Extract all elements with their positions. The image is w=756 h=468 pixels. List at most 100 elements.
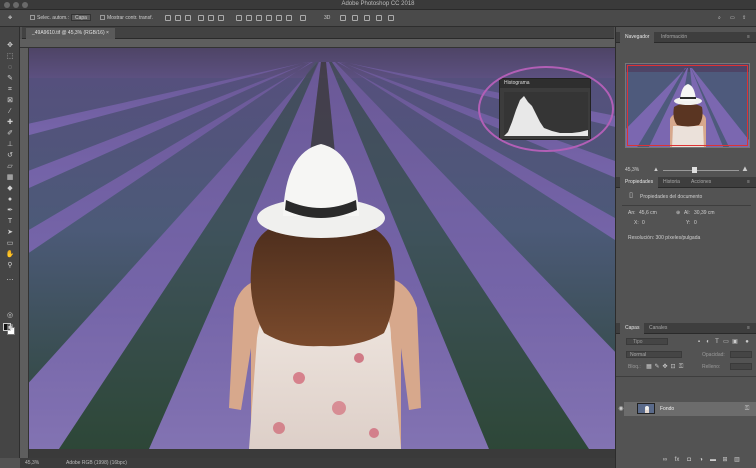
align-top-icon[interactable] — [165, 15, 171, 21]
filter-type-icon[interactable]: T — [714, 339, 720, 345]
history-brush-tool-icon[interactable]: ↺ — [4, 151, 16, 160]
lock-all-icon[interactable]: ⚿ — [678, 364, 684, 370]
filter-pixel-icon[interactable]: ▪ — [696, 339, 702, 345]
auto-select-checkbox[interactable] — [30, 15, 35, 20]
navigator-zoom-value[interactable]: 45,3% — [625, 167, 639, 173]
tab-navigator[interactable]: Navegador — [620, 32, 655, 43]
tab-actions[interactable]: Acciones — [686, 177, 716, 188]
visibility-eye-icon[interactable]: ◉ — [618, 406, 624, 412]
gradient-tool-icon[interactable]: ▦ — [4, 173, 16, 182]
x-value[interactable]: 0 — [642, 220, 645, 226]
filter-shape-icon[interactable]: ▭ — [723, 339, 729, 345]
move-tool-icon[interactable]: ✥ — [4, 41, 16, 50]
navigator-zoom-slider[interactable] — [663, 170, 739, 171]
more-tools-icon[interactable]: ⋯ — [4, 276, 16, 285]
zoom-out-icon[interactable]: ▲ — [653, 167, 659, 173]
lock-pixels-icon[interactable]: ▦ — [646, 364, 652, 370]
zoom-tool-icon[interactable]: ⚲ — [4, 261, 16, 270]
path-selection-tool-icon[interactable]: ➤ — [4, 228, 16, 237]
pen-tool-icon[interactable]: ✒ — [4, 206, 16, 215]
distribute-right-icon[interactable] — [286, 15, 292, 21]
filter-smart-object-icon[interactable]: ▣ — [732, 339, 738, 345]
clone-stamp-tool-icon[interactable]: ⊥ — [4, 140, 16, 149]
workspace-icon[interactable]: ▭ — [730, 14, 735, 23]
distribute-middle-icon[interactable] — [246, 15, 252, 21]
filter-toggle-icon[interactable]: ● — [744, 339, 750, 345]
brush-tool-icon[interactable]: ✐ — [4, 129, 16, 138]
panel-menu-icon[interactable]: ≡ — [742, 177, 755, 188]
layer-row[interactable]: ◉ Fondo ⚿ — [618, 402, 756, 416]
share-icon[interactable]: ⇪ — [742, 14, 746, 23]
crop-tool-icon[interactable]: ⌗ — [4, 85, 16, 94]
lock-paint-icon[interactable]: ✎ — [654, 364, 660, 370]
blur-tool-icon[interactable]: ◆ — [4, 184, 16, 193]
zoom-slider-handle[interactable] — [692, 167, 697, 173]
adjustment-layer-icon[interactable]: ◑ — [698, 457, 704, 463]
3d-roll-icon[interactable] — [352, 15, 358, 21]
3d-drag-icon[interactable] — [364, 15, 370, 21]
auto-select-option[interactable]: Selec. autom.: Capa — [30, 14, 91, 23]
tab-properties[interactable]: Propiedades — [620, 177, 659, 188]
close-icon[interactable]: × — [106, 30, 109, 36]
rectangle-tool-icon[interactable]: ▭ — [4, 239, 16, 248]
align-center-icon[interactable] — [208, 15, 214, 21]
tab-channels[interactable]: Canales — [644, 323, 672, 334]
vertical-ruler[interactable] — [20, 48, 29, 458]
quick-select-tool-icon[interactable]: ✎ — [4, 74, 16, 83]
trash-icon[interactable]: ▥ — [734, 457, 740, 463]
zoom-in-icon[interactable]: ▲ — [741, 165, 749, 173]
navigator-view-box[interactable] — [627, 65, 748, 146]
horizontal-ruler[interactable] — [20, 39, 615, 48]
screen-mode-icon[interactable]: ▣ — [4, 323, 16, 332]
fill-field[interactable] — [730, 363, 752, 370]
hand-tool-icon[interactable]: ✋ — [4, 250, 16, 259]
layer-style-icon[interactable]: fx — [674, 457, 680, 463]
distribute-center-icon[interactable] — [276, 15, 282, 21]
3d-rotate-icon[interactable] — [340, 15, 346, 21]
width-value[interactable]: 45,6 cm — [639, 210, 657, 216]
blend-mode-dropdown[interactable]: Normal — [626, 351, 682, 358]
tab-info[interactable]: Información — [656, 32, 692, 43]
eraser-tool-icon[interactable]: ▱ — [4, 162, 16, 171]
dodge-tool-icon[interactable]: ● — [4, 195, 16, 204]
search-icon[interactable]: ⌕ — [718, 14, 721, 23]
lock-position-icon[interactable]: ✥ — [662, 364, 668, 370]
link-icon[interactable]: ⊕ — [676, 210, 680, 216]
tab-history[interactable]: Historia — [658, 177, 685, 188]
layer-name[interactable]: Fondo — [660, 406, 674, 412]
panel-menu-icon[interactable]: ≡ — [742, 32, 755, 43]
status-zoom[interactable]: 45,3% — [25, 458, 39, 468]
layer-lock-icon[interactable]: ⚿ — [744, 406, 750, 412]
align-middle-icon[interactable] — [175, 15, 181, 21]
auto-select-dropdown[interactable]: Capa — [70, 14, 91, 21]
3d-scale-icon[interactable] — [388, 15, 394, 21]
navigator-thumbnail[interactable] — [625, 63, 750, 148]
transform-controls-option[interactable]: Mostrar contr. transf. — [100, 14, 153, 23]
y-value[interactable]: 0 — [694, 220, 697, 226]
eyedropper-tool-icon[interactable]: ⁄ — [4, 107, 16, 116]
distribute-left-icon[interactable] — [266, 15, 272, 21]
align-right-icon[interactable] — [218, 15, 224, 21]
height-value[interactable]: 30,39 cm — [694, 210, 715, 216]
marquee-tool-icon[interactable]: ⬚ — [4, 52, 16, 61]
layer-kind-filter[interactable]: Tipo — [626, 338, 668, 345]
link-layers-icon[interactable]: ∞ — [662, 457, 668, 463]
3d-slide-icon[interactable] — [376, 15, 382, 21]
lasso-tool-icon[interactable]: ◌ — [4, 63, 16, 72]
distribute-top-icon[interactable] — [236, 15, 242, 21]
new-layer-icon[interactable]: ⊞ — [722, 457, 728, 463]
frame-tool-icon[interactable]: ⊠ — [4, 96, 16, 105]
align-left-icon[interactable] — [198, 15, 204, 21]
align-bottom-icon[interactable] — [185, 15, 191, 21]
distribute-bottom-icon[interactable] — [256, 15, 262, 21]
quick-mask-icon[interactable]: ◎ — [4, 311, 16, 320]
filter-adjustment-icon[interactable]: ◐ — [705, 339, 711, 345]
auto-align-icon[interactable] — [300, 15, 306, 21]
move-tool-icon[interactable]: ✥ — [8, 14, 12, 23]
healing-brush-tool-icon[interactable]: ✚ — [4, 118, 16, 127]
document-tab[interactable]: _49A9610.tif @ 45,3% (RGB/16) × — [26, 28, 115, 39]
lock-artboard-icon[interactable]: ⊡ — [670, 364, 676, 370]
transform-controls-checkbox[interactable] — [100, 15, 105, 20]
panel-menu-icon[interactable]: ≡ — [742, 323, 755, 334]
add-mask-icon[interactable]: ◘ — [686, 457, 692, 463]
